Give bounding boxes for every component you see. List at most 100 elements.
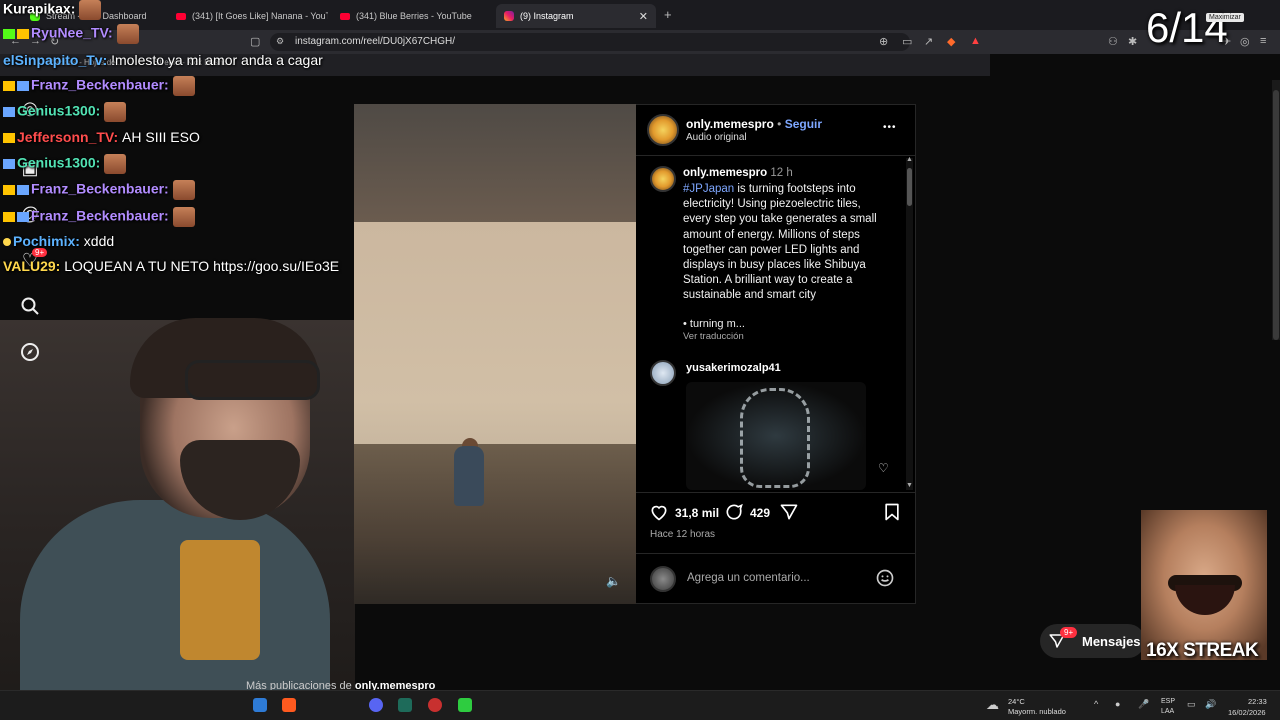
weather-temperature[interactable]: 24°C bbox=[1008, 697, 1025, 706]
tray-app-icon[interactable]: ● bbox=[1115, 699, 1120, 709]
explore-icon[interactable] bbox=[20, 342, 40, 362]
tab-youtube-blue-berries[interactable]: (341) Blue Berries - YouTube bbox=[332, 4, 492, 28]
chat-user: RyuNee_TV: bbox=[31, 24, 113, 41]
youtube-icon bbox=[340, 12, 350, 20]
diamond-badge-icon bbox=[3, 159, 15, 169]
chat-user: Genius1300: bbox=[17, 102, 101, 119]
chat-line: VALU29: LOQUEAN A TU NETO https://goo.su… bbox=[3, 258, 339, 274]
rewards-icon[interactable]: ▲ bbox=[970, 35, 981, 47]
new-tab-button[interactable]: + bbox=[664, 7, 672, 22]
share-icon[interactable] bbox=[779, 502, 799, 527]
chat-user: Kurapikax: bbox=[3, 0, 76, 17]
clock-time[interactable]: 22:33 bbox=[1248, 697, 1267, 706]
volume-icon[interactable]: 🔈 bbox=[606, 574, 621, 588]
user-avatar bbox=[650, 566, 676, 592]
chat-user: VALU29: bbox=[3, 258, 61, 274]
comment-divider bbox=[636, 553, 916, 554]
follow-button[interactable]: Seguir bbox=[785, 117, 822, 131]
author-name[interactable]: only.memespro • Seguir bbox=[686, 117, 822, 131]
menu-icon[interactable]: ≡ bbox=[1260, 35, 1266, 47]
streamer-glasses bbox=[185, 360, 320, 400]
comment-input[interactable]: Agrega un comentario... bbox=[687, 572, 810, 584]
chat-line: Genius1300: bbox=[3, 154, 127, 174]
brave-app-icon[interactable] bbox=[282, 698, 296, 712]
crown-badge-icon bbox=[3, 81, 15, 91]
maximize-tooltip: Maximizar bbox=[1206, 13, 1244, 22]
keyboard-layout[interactable]: LAA bbox=[1161, 708, 1174, 715]
commenter-name[interactable]: yusakerimozalp41 bbox=[686, 362, 781, 374]
caption-author[interactable]: only.memespro 12 h bbox=[683, 167, 793, 179]
emote-icon bbox=[79, 0, 102, 20]
kick-app-icon[interactable] bbox=[458, 698, 472, 712]
emoji-icon[interactable] bbox=[875, 568, 895, 593]
author-avatar[interactable] bbox=[647, 114, 679, 146]
actions-divider bbox=[636, 492, 916, 493]
weather-description[interactable]: Mayorm. nublado bbox=[1008, 707, 1066, 716]
discord-app-icon[interactable] bbox=[369, 698, 383, 712]
share-icon[interactable]: ↗ bbox=[924, 35, 933, 48]
comment-icon[interactable] bbox=[724, 502, 744, 527]
more-options-icon[interactable]: ••• bbox=[883, 122, 897, 133]
chat-line: Genius1300: bbox=[3, 102, 127, 122]
reel-video[interactable]: 🔈 bbox=[354, 104, 636, 604]
site-info-icon[interactable]: ⚙ bbox=[276, 36, 284, 47]
chat-user: Jeffersonn_TV: bbox=[17, 129, 119, 145]
shirt-print bbox=[180, 540, 260, 660]
comment-like-icon[interactable]: ♡ bbox=[878, 461, 889, 475]
audio-label[interactable]: Audio original bbox=[686, 132, 747, 143]
badge-icon bbox=[3, 238, 11, 247]
network-icon[interactable]: ▭ bbox=[1187, 699, 1196, 710]
scroll-up-icon[interactable]: ▲ bbox=[906, 156, 913, 163]
emote-icon bbox=[104, 102, 127, 122]
url-text[interactable]: instagram.com/reel/DU0jX67CHGH/ bbox=[295, 36, 455, 47]
translate-link[interactable]: Ver traducción bbox=[683, 331, 744, 342]
weather-cloud-icon[interactable]: ☁ bbox=[986, 697, 999, 713]
save-icon[interactable] bbox=[882, 502, 902, 527]
commenter-avatar[interactable] bbox=[650, 360, 676, 386]
extension-icon[interactable]: ⚇ bbox=[1108, 35, 1118, 48]
caption-text: #JPJapan is turning footsteps into elect… bbox=[683, 183, 877, 302]
wallet-icon[interactable]: ◎ bbox=[1240, 35, 1250, 48]
scroll-down-icon[interactable]: ▼ bbox=[906, 482, 913, 489]
terminal-app-icon[interactable] bbox=[398, 698, 412, 712]
clock-date[interactable]: 16/02/2026 bbox=[1228, 708, 1266, 717]
page-scrollbar-thumb[interactable] bbox=[1273, 90, 1279, 340]
zoom-icon[interactable]: ⊕ bbox=[879, 35, 888, 48]
emote-icon bbox=[116, 24, 139, 44]
comments-scrollbar[interactable] bbox=[906, 158, 913, 490]
brave-shield-icon[interactable]: ◆ bbox=[947, 35, 955, 48]
search-icon[interactable] bbox=[20, 296, 40, 316]
diamond-badge-icon bbox=[17, 212, 29, 222]
messages-badge: 9+ bbox=[1060, 627, 1078, 638]
chat-line: Franz_Beckenbauer: bbox=[3, 180, 195, 200]
chat-user: Franz_Beckenbauer: bbox=[31, 180, 169, 197]
close-tab-icon[interactable]: ✕ bbox=[639, 10, 648, 23]
chat-user: Franz_Beckenbauer: bbox=[31, 76, 169, 93]
diamond-badge-icon bbox=[3, 107, 15, 117]
chat-line: Jeffersonn_TV: AH SIII ESO bbox=[3, 129, 200, 145]
likes-count[interactable]: 31,8 mil bbox=[675, 506, 719, 520]
tab-instagram[interactable]: (9) Instagram ✕ bbox=[496, 4, 656, 28]
crown-badge-icon bbox=[3, 212, 15, 222]
keyboard-language[interactable]: ESP bbox=[1161, 698, 1175, 705]
hashtag-link[interactable]: #JPJapan bbox=[683, 183, 734, 195]
chat-line: elSinpapito_Tv: !molesto ya mi amor anda… bbox=[3, 52, 323, 68]
comments-scrollbar-thumb[interactable] bbox=[907, 168, 912, 206]
emote-icon bbox=[172, 76, 195, 96]
caption-avatar[interactable] bbox=[650, 166, 676, 192]
diamond-badge-icon bbox=[17, 81, 29, 91]
start-icon[interactable] bbox=[253, 698, 267, 712]
caption-more[interactable]: • turning m... bbox=[683, 318, 745, 330]
reader-icon[interactable]: ▭ bbox=[902, 35, 912, 48]
microphone-icon[interactable]: 🎤 bbox=[1138, 699, 1149, 710]
tab-youtube-nanana[interactable]: (341) [It Goes Like] Nanana - YouTub bbox=[168, 4, 328, 28]
chat-message: xddd bbox=[83, 233, 115, 249]
extensions-puzzle-icon[interactable]: ✱ bbox=[1128, 35, 1137, 48]
bookmark-icon[interactable]: ▢ bbox=[250, 35, 260, 48]
comments-count[interactable]: 429 bbox=[750, 506, 770, 520]
like-icon[interactable] bbox=[649, 502, 669, 527]
obs-app-icon[interactable] bbox=[428, 698, 442, 712]
volume-tray-icon[interactable]: 🔊 bbox=[1205, 699, 1216, 710]
tray-overflow-icon[interactable]: ^ bbox=[1094, 699, 1098, 709]
video-floor bbox=[354, 444, 636, 604]
